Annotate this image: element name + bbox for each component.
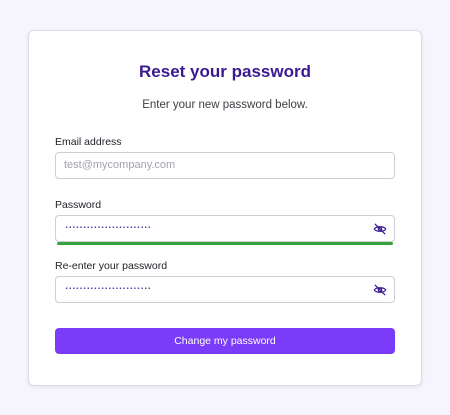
password-label: Password: [55, 199, 102, 211]
page-title: Reset your password: [139, 62, 311, 81]
page-subtitle: Enter your new password below.: [142, 99, 308, 111]
eye-slash-icon[interactable]: [373, 222, 387, 236]
confirm-password-label: Re-enter your password: [55, 260, 168, 272]
change-password-button[interactable]: Change my password: [55, 328, 395, 354]
password-masked-value: ••••••••••••••••••••••••: [65, 225, 152, 231]
reset-password-card: Reset your password Enter your new passw…: [28, 30, 422, 386]
email-label: Email address: [55, 136, 122, 148]
eye-slash-icon[interactable]: [373, 283, 387, 297]
password-strength-bar: [57, 242, 393, 245]
email-placeholder: test@mycompany.com: [64, 159, 176, 171]
confirm-password-field[interactable]: ••••••••••••••••••••••••: [55, 276, 395, 303]
password-field[interactable]: ••••••••••••••••••••••••: [55, 215, 395, 242]
email-field[interactable]: test@mycompany.com: [55, 152, 395, 179]
confirm-password-masked-value: ••••••••••••••••••••••••: [65, 286, 152, 292]
